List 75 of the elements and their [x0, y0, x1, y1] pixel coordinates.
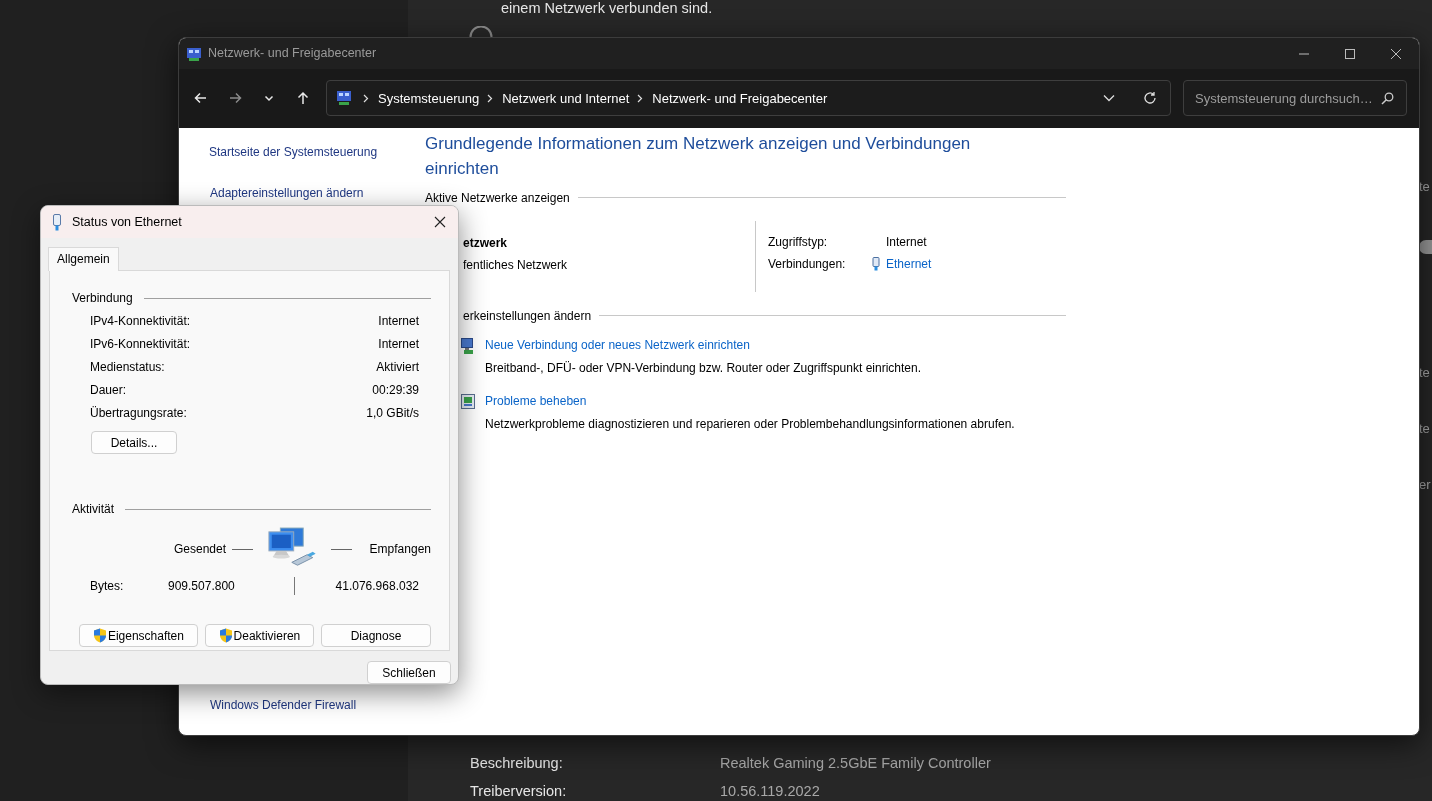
setting-label: te — [1419, 178, 1430, 196]
sent-label: Gesendet — [174, 541, 227, 558]
property-value: Realtek Gaming 2.5GbE Family Controller — [720, 754, 991, 773]
field-value: Aktiviert — [376, 359, 419, 376]
setting-label: er — [1419, 476, 1431, 494]
field-label: Bytes: — [90, 578, 125, 595]
sidebar-link[interactable]: Startseite der Systemsteuerung — [209, 142, 425, 161]
field-value: 41.076.968.032 — [335, 578, 419, 595]
setting-label: te — [1419, 420, 1430, 438]
breadcrumb-item[interactable]: Netzwerk und Internet — [502, 88, 630, 109]
group-title: Verbindung — [72, 290, 133, 307]
action-button[interactable]: Diagnose — [320, 624, 431, 647]
shield-icon — [92, 628, 107, 643]
control-panel-icon — [336, 90, 352, 107]
maximize-button[interactable] — [1344, 48, 1356, 59]
close-icon[interactable] — [434, 216, 446, 228]
field-label: Übertragungsrate: — [90, 405, 187, 422]
details-button[interactable]: Details... — [91, 431, 177, 454]
group-title: Aktivität — [72, 501, 114, 518]
field-label: Dauer: — [90, 382, 127, 399]
shield-icon — [218, 628, 233, 643]
section-title: erkeinstellungen ändern — [463, 307, 592, 325]
field-value: Internet — [378, 313, 419, 330]
action-button[interactable]: Eigenschaften — [79, 624, 198, 647]
search-icon[interactable] — [1381, 91, 1394, 105]
troubleshoot-icon — [461, 393, 475, 410]
radio-button[interactable] — [469, 26, 493, 37]
property-label: Beschreibung: — [470, 754, 563, 773]
task-link[interactable]: Neue Verbindung oder neues Netzwerk einrichten — [485, 335, 750, 354]
ethernet-icon — [872, 256, 880, 271]
property-label: Treiberversion: — [470, 782, 567, 801]
field-value: Internet — [378, 336, 419, 353]
network-type: fentliches Netzwerk — [463, 256, 569, 274]
search-field[interactable]: Systemsteuerung durchsuch… — [1183, 80, 1407, 117]
dialog-title: Status von Ethernet — [72, 213, 182, 231]
chevron-down-icon[interactable] — [1103, 94, 1115, 103]
field-label: Medienstatus: — [90, 359, 165, 376]
address-bar[interactable]: Systemsteuerung Netzwerk und Internet Netzwerk- und Freigabecenter — [326, 80, 1171, 117]
page-heading: Grundlegende Informationen zum Netzwerk anzeigen und Verbindungen einrichten — [425, 132, 972, 180]
field-label: IPv4-Konnektivität: — [90, 313, 191, 330]
sidebar-link[interactable]: Windows Defender Firewall — [210, 696, 425, 714]
setting-label: te — [1419, 364, 1430, 382]
action-button[interactable]: Deaktivieren — [204, 624, 314, 647]
field-label: IPv6-Konnektivität: — [90, 336, 191, 353]
control-panel-icon — [186, 45, 202, 62]
close-button[interactable] — [1390, 48, 1402, 59]
property-value: 10.56.119.2022 — [720, 782, 820, 801]
task-description: Netzwerkprobleme diagnostizieren und reparieren oder Problembehandlungsinformationen abrufen. — [485, 415, 1015, 433]
sidebar-link[interactable]: Adaptereinstellungen ändern — [210, 183, 425, 202]
refresh-icon[interactable] — [1143, 91, 1157, 106]
field-value: Internet — [886, 233, 927, 251]
breadcrumb-item[interactable]: Systemsteuerung — [378, 88, 480, 109]
section-title: Aktive Netzwerke anzeigen — [425, 189, 570, 207]
chevron-icon — [363, 93, 369, 103]
tab[interactable]: Allgemein — [48, 247, 119, 271]
ethernet-link[interactable]: Ethernet — [886, 254, 932, 273]
description-text: einem Netzwerk verbunden sind. — [501, 0, 713, 18]
chevron-icon — [487, 93, 494, 103]
field-label: Verbindungen: — [768, 255, 847, 273]
field-value: 1,0 GBit/s — [366, 405, 419, 422]
ethernet-icon — [52, 213, 62, 231]
chevron-icon — [637, 93, 644, 103]
field-label: Zugriffstyp: — [768, 233, 829, 251]
task-link[interactable]: Probleme beheben — [485, 391, 587, 410]
close-button[interactable]: Schließen — [367, 661, 451, 684]
field-value: 00:29:39 — [372, 382, 419, 399]
task-description: Breitband-, DFÜ- oder VPN-Verbindung bzw. Router oder Zugriffspunkt einrichten. — [485, 359, 921, 377]
field-value: 909.507.800 — [168, 578, 236, 595]
up-button[interactable] — [295, 90, 311, 107]
network-setup-icon — [461, 337, 475, 354]
search-input[interactable]: Systemsteuerung durchsuch… — [1193, 87, 1373, 110]
received-label: Empfangen — [369, 541, 431, 558]
window-title: Netzwerk- und Freigabecenter — [208, 45, 377, 63]
breadcrumb-item[interactable]: Netzwerk- und Freigabecenter — [652, 88, 828, 109]
network-name: etzwerk — [463, 234, 509, 252]
